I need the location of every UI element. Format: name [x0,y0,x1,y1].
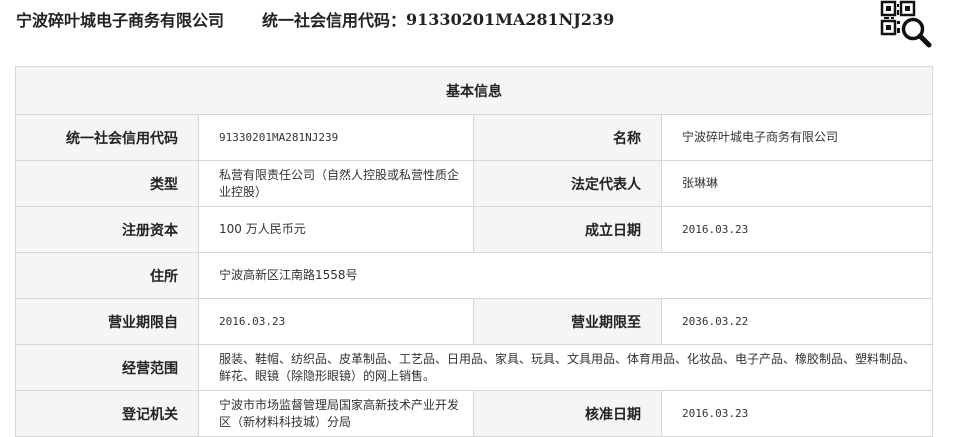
founded-value: 2016.03.23 [661,206,933,253]
name-label: 名称 [473,114,662,161]
legal-rep-value: 张琳琳 [661,160,933,207]
type-label: 类型 [15,160,199,207]
authority-value: 宁波市市场监督管理局国家高新技术产业开发区（新材料科技城）分局 [198,390,474,437]
section-title: 基本信息 [15,66,933,115]
legal-rep-label: 法定代表人 [473,160,662,207]
table-row: 注册资本 100 万人民币元 成立日期 2016.03.23 [15,206,933,253]
table-row: 登记机关 宁波市市场监督管理局国家高新技术产业开发区（新材料科技城）分局 核准日… [15,390,933,437]
basic-info-table: 基本信息 统一社会信用代码 91330201MA281NJ239 名称 宁波碎叶… [15,66,933,437]
type-value: 私营有限责任公司（自然人控股或私营性质企业控股） [198,160,474,207]
term-from-value: 2016.03.23 [198,298,474,345]
founded-label: 成立日期 [473,206,662,253]
credit-code: 91330201MA281NJ239 [406,9,615,29]
reg-capital-value: 100 万人民币元 [198,206,474,253]
table-row: 经营范围 服装、鞋帽、纺织品、皮革制品、工艺品、日用品、家具、玩具、文具用品、体… [15,344,933,391]
page-header: 宁波碎叶城电子商务有限公司 统一社会信用代码： 91330201MA281NJ2… [16,6,614,32]
reg-capital-label: 注册资本 [15,206,199,253]
scope-value: 服装、鞋帽、纺织品、皮革制品、工艺品、日用品、家具、玩具、文具用品、体育用品、化… [198,344,933,391]
approved-value: 2016.03.23 [661,390,933,437]
authority-label: 登记机关 [15,390,199,437]
table-row: 营业期限自 2016.03.23 营业期限至 2036.03.22 [15,298,933,345]
table-row: 统一社会信用代码 91330201MA281NJ239 名称 宁波碎叶城电子商务… [15,114,933,161]
company-name: 宁波碎叶城电子商务有限公司 [16,11,225,30]
name-value: 宁波碎叶城电子商务有限公司 [661,114,933,161]
qr-code-svg [880,0,932,48]
scope-label: 经营范围 [15,344,199,391]
term-to-label: 营业期限至 [473,298,662,345]
term-from-label: 营业期限自 [15,298,199,345]
table-row: 类型 私营有限责任公司（自然人控股或私营性质企业控股） 法定代表人 张琳琳 [15,160,933,207]
qr-code-search-icon[interactable] [880,0,934,48]
credit-code-value: 91330201MA281NJ239 [198,114,474,161]
credit-code-label: 统一社会信用代码： [262,11,407,30]
approved-label: 核准日期 [473,390,662,437]
address-value: 宁波高新区江南路1558号 [198,252,933,299]
credit-code-label: 统一社会信用代码 [15,114,199,161]
term-to-value: 2036.03.22 [661,298,933,345]
address-label: 住所 [15,252,199,299]
table-row: 住所 宁波高新区江南路1558号 [15,252,933,299]
